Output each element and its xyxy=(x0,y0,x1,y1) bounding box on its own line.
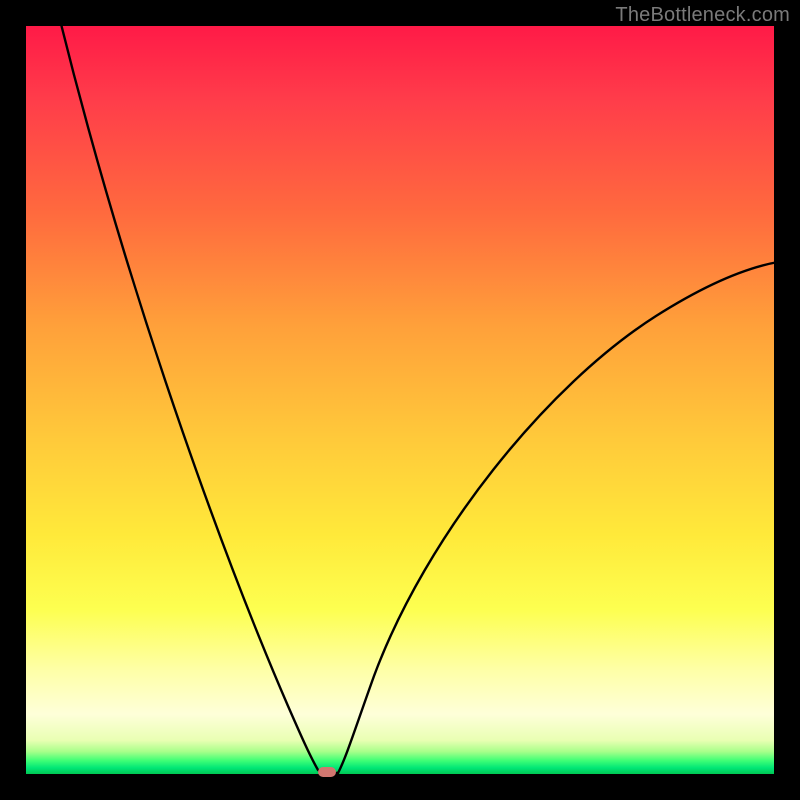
curve-left-branch xyxy=(60,20,322,773)
chart-frame: TheBottleneck.com xyxy=(0,0,800,800)
bottleneck-curve xyxy=(26,26,774,774)
bottleneck-marker xyxy=(318,767,336,777)
plot-area xyxy=(26,26,774,774)
watermark-text: TheBottleneck.com xyxy=(615,4,790,27)
curve-right-branch xyxy=(338,262,778,773)
